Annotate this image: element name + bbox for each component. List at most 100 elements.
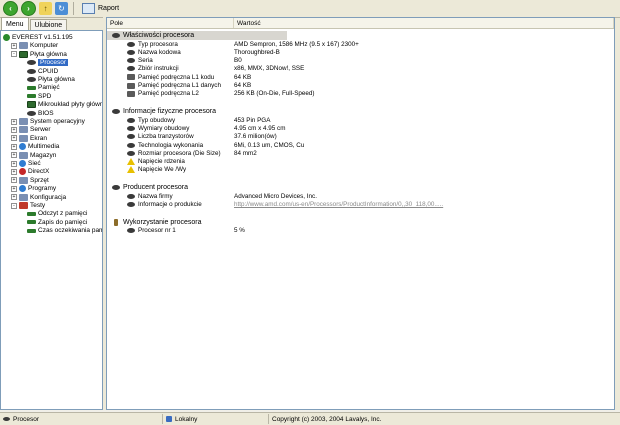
status-section: Procesor xyxy=(0,414,163,424)
detail-row[interactable]: Procesor nr 1 5 % xyxy=(107,227,607,235)
status-current-page: Procesor xyxy=(13,415,40,423)
tree-item-label: Programy xyxy=(28,185,57,193)
field-value: x86, MMX, 3DNow!, SSE xyxy=(234,65,305,73)
column-field[interactable]: Pole xyxy=(107,18,234,28)
field-cell: Pamięć podręczna L1 danych xyxy=(127,82,221,90)
expand-icon[interactable]: + xyxy=(11,185,17,192)
cpu-icon xyxy=(127,41,135,47)
field-value: 37.6 milion(ów) xyxy=(234,133,277,141)
expand-icon[interactable]: + xyxy=(11,143,17,150)
cpu-icon xyxy=(27,68,36,74)
tab-favorites[interactable]: Ulubione xyxy=(29,19,68,30)
detail-row[interactable]: Napięcie rdzenia xyxy=(107,158,607,166)
field-cell: Napięcie rdzenia xyxy=(127,158,185,166)
folder-icon xyxy=(19,151,28,159)
expand-icon[interactable]: + xyxy=(11,177,17,184)
refresh-icon[interactable]: ↻ xyxy=(55,2,68,15)
field-label: Informacje o produkcie xyxy=(138,201,202,208)
detail-row[interactable]: Zbiór instrukcji x86, MMX, 3DNow!, SSE xyxy=(107,65,607,73)
section-header[interactable]: Producent procesora xyxy=(107,183,407,192)
expand-icon[interactable]: + xyxy=(11,168,17,175)
status-local: Lokalny xyxy=(175,415,198,423)
field-label: Rozmiar procesora (Die Size) xyxy=(138,149,221,157)
detail-row[interactable]: Pamięć podręczna L1 kodu 64 KB xyxy=(107,73,607,81)
status-mode: Lokalny xyxy=(163,414,269,424)
detail-row[interactable]: Napięcie We /Wy xyxy=(107,166,607,174)
board-icon xyxy=(19,50,28,58)
tree-item-label: EVEREST v1.51.195 xyxy=(12,34,73,41)
tree-item-label: Czas oczekiwania pamięci xyxy=(38,227,102,235)
detail-row[interactable]: Nazwa kodowa Thoroughbred-B xyxy=(107,48,607,56)
section-header[interactable]: Wykorzystanie procesora xyxy=(107,218,407,227)
report-button[interactable]: Raport xyxy=(79,2,122,16)
field-value: 5 % xyxy=(234,227,245,235)
section-header[interactable]: Właściwości procesora xyxy=(107,31,287,40)
expand-icon[interactable]: + xyxy=(11,194,17,201)
field-value: 453 Pin PGA xyxy=(234,116,271,124)
cpu-icon xyxy=(127,134,135,140)
detail-row[interactable]: Wymiary obudowy 4.95 cm x 4.95 cm xyxy=(107,124,607,132)
field-label: Pamięć podręczna L1 kodu xyxy=(138,73,215,81)
detail-row[interactable]: Typ obudowy 453 Pin PGA xyxy=(107,116,607,124)
cpu-icon xyxy=(127,49,135,55)
tree-item-label: DirectX xyxy=(28,168,50,176)
column-value[interactable]: Wartość xyxy=(234,18,614,28)
test-icon xyxy=(19,202,28,209)
cpu-icon xyxy=(112,109,120,115)
field-cell: Zbiór instrukcji xyxy=(127,65,179,73)
section-title: Producent procesora xyxy=(123,184,188,192)
field-cell: Wymiary obudowy xyxy=(127,124,189,132)
mem-icon xyxy=(27,94,36,99)
detail-row[interactable]: Pamięć podręczna L2 256 KB (On-Die, Full-… xyxy=(107,90,607,98)
field-value: B0 xyxy=(234,57,242,65)
tree-item-label: Ekran xyxy=(30,134,47,142)
tree-item-label: Pamięć xyxy=(38,84,60,92)
tree-item[interactable]: Czas oczekiwania pamięci xyxy=(19,226,102,235)
product-info-link[interactable]: http://www.amd.com/us-en/Processors/Prod… xyxy=(234,201,443,209)
tab-menu[interactable]: Menu xyxy=(1,17,29,30)
detail-row[interactable]: Liczba tranzystorów 37.6 milion(ów) xyxy=(107,133,607,141)
toolbar: ‹ › ↑ ↻ Raport xyxy=(0,0,620,18)
expand-icon[interactable]: + xyxy=(11,118,17,125)
detail-row[interactable]: Seria B0 xyxy=(107,57,607,65)
field-label: Liczba tranzystorów xyxy=(138,133,194,141)
field-value: 84 mm2 xyxy=(234,149,257,157)
field-cell: Typ obudowy xyxy=(127,116,175,124)
section-title: Wykorzystanie procesora xyxy=(123,218,202,226)
expand-icon[interactable]: + xyxy=(11,135,17,142)
back-arrow-icon[interactable]: ‹ xyxy=(3,1,18,16)
expand-icon[interactable]: + xyxy=(11,126,17,133)
expand-icon[interactable]: + xyxy=(11,152,17,159)
folder-icon xyxy=(19,176,28,184)
cpu-icon xyxy=(127,193,135,199)
tree-item-label: Sieć xyxy=(28,160,41,167)
field-label: Nazwa firmy xyxy=(138,192,173,200)
detail-row[interactable]: Rozmiar procesora (Die Size) 84 mm2 xyxy=(107,149,607,157)
collapse-icon[interactable]: - xyxy=(11,202,17,209)
forward-arrow-icon[interactable]: › xyxy=(21,1,36,16)
field-cell: Pamięć podręczna L2 xyxy=(127,90,199,98)
expand-icon[interactable]: + xyxy=(11,42,17,49)
field-label: Pamięć podręczna L1 danych xyxy=(138,82,221,89)
up-folder-icon[interactable]: ↑ xyxy=(39,2,52,15)
field-value: 256 KB (On-Die, Full-Speed) xyxy=(234,90,315,98)
tree-item-label: Odczyt z pamięci xyxy=(38,210,88,218)
section-header[interactable]: Informacje fizyczne procesora xyxy=(107,107,407,116)
tree-item-label: Serwer xyxy=(30,126,51,134)
detail-row[interactable]: Nazwa firmy Advanced Micro Devices, Inc. xyxy=(107,192,607,200)
mem-icon xyxy=(27,211,36,216)
expand-icon[interactable]: + xyxy=(11,160,17,167)
left-tabs: Menu Ulubione xyxy=(0,17,104,30)
tree-item-label: Płyta główna xyxy=(38,76,75,83)
mem-icon xyxy=(27,228,36,233)
collapse-icon[interactable]: - xyxy=(11,51,17,58)
detail-row[interactable]: Typ procesora AMD Sempron, 1586 MHz (9.5 … xyxy=(107,40,607,48)
field-value: 4.95 cm x 4.95 cm xyxy=(234,124,286,132)
detail-row[interactable]: Technologia wykonania 6Mi, 0.13 um, CMOS,… xyxy=(107,141,607,149)
tree-item-label: Płyta główna xyxy=(30,50,67,58)
info-icon xyxy=(3,34,10,41)
detail-row[interactable]: Pamięć podręczna L1 danych 64 KB xyxy=(107,82,607,90)
field-label: Seria xyxy=(138,57,153,65)
detail-row[interactable]: Informacje o produkcie http://www.amd.com… xyxy=(107,201,607,209)
field-cell: Technologia wykonania xyxy=(127,141,203,149)
